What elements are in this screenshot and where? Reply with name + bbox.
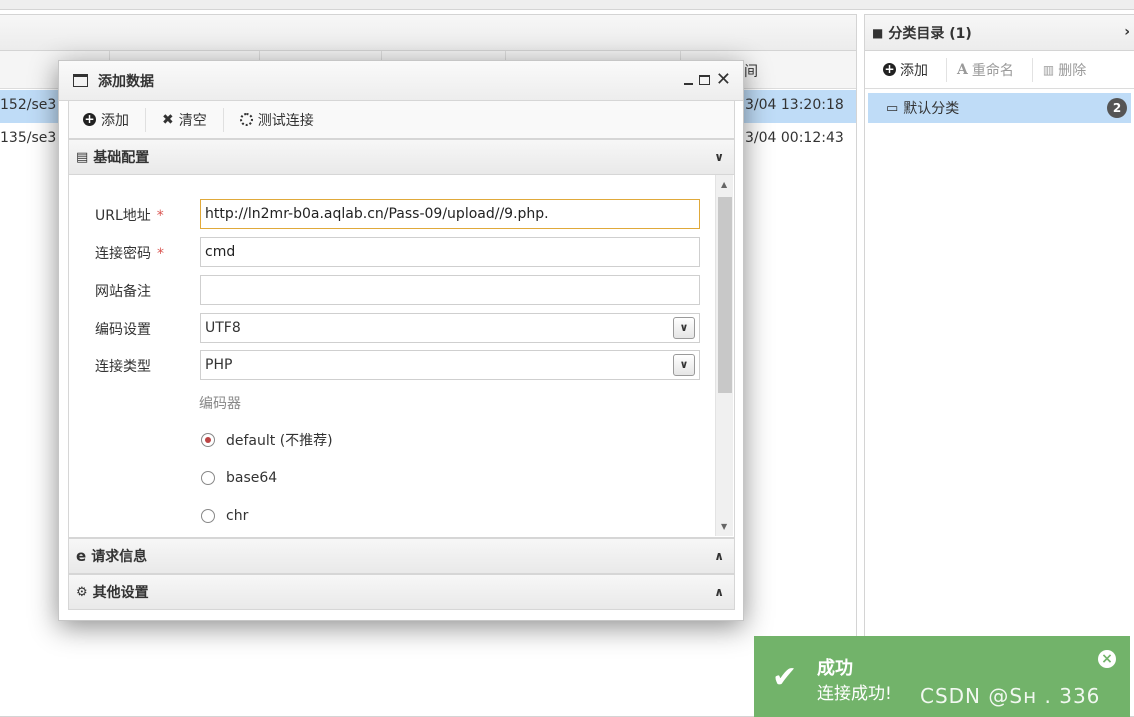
encoding-label: 编码设置 xyxy=(95,322,151,338)
clear-button[interactable]: ✖ 清空 xyxy=(162,107,224,132)
chevron-down-icon: ∨ xyxy=(714,150,724,164)
top-bar xyxy=(0,0,1134,10)
plus-circle-icon: + xyxy=(83,112,96,126)
gears-icon: ⚙ xyxy=(76,584,88,600)
encoder-option-label: chr xyxy=(226,508,249,524)
plus-circle-icon: + xyxy=(883,62,896,76)
test-connection-button[interactable]: 测试连接 xyxy=(239,108,330,132)
encoding-select[interactable]: UTF8 ∨ xyxy=(200,313,700,343)
toast-message: 连接成功! xyxy=(817,684,892,704)
chevron-right-icon[interactable]: › xyxy=(1124,24,1130,40)
row-url: 152/se3 xyxy=(0,97,57,113)
scroll-down-icon[interactable]: ▼ xyxy=(721,522,727,531)
maximize-icon[interactable] xyxy=(698,75,710,85)
category-add-button[interactable]: + 添加 xyxy=(883,57,947,82)
category-rename-button[interactable]: A 重命名 xyxy=(957,57,1033,82)
encoder-option-base64[interactable]: base64 xyxy=(201,467,277,489)
chevron-down-icon[interactable]: ∨ xyxy=(673,354,695,376)
scrollbar-thumb[interactable] xyxy=(718,197,732,393)
dialog-title-bar[interactable]: 添加数据 ✕ xyxy=(59,61,743,101)
encoder-option-label: base64 xyxy=(226,470,278,486)
encoder-option-default[interactable]: default (不推荐) xyxy=(201,429,333,451)
close-icon[interactable]: × xyxy=(1098,650,1116,668)
toast-title: 成功 xyxy=(817,658,853,679)
trash-icon: ▥ xyxy=(1042,62,1055,77)
dialog-title: 添加数据 xyxy=(98,73,154,90)
ie-icon: e xyxy=(76,547,87,565)
scrollbar[interactable]: ▲ ▼ xyxy=(715,175,733,536)
window-icon xyxy=(73,74,88,87)
type-label: 连接类型 xyxy=(95,359,151,375)
add-button-label: 添加 xyxy=(101,112,129,129)
scroll-up-icon[interactable]: ▲ xyxy=(721,180,727,189)
chevron-up-icon: ∧ xyxy=(714,549,724,563)
category-delete-button[interactable]: ▥ 删除 xyxy=(1043,58,1104,82)
dialog-toolbar: + 添加 ✖ 清空 测试连接 xyxy=(68,101,735,139)
category-add-label: 添加 xyxy=(900,62,928,79)
type-value: PHP xyxy=(205,357,233,373)
category-item-default[interactable]: ▭ 默认分类 2 xyxy=(868,93,1131,123)
folder-open-icon: ▭ xyxy=(886,100,899,116)
clear-button-label: 清空 xyxy=(178,112,207,129)
add-data-dialog: 添加数据 ✕ + 添加 ✖ 清空 测试连接 ▤ 基础配置 ∨ URL地址 * h… xyxy=(58,60,744,621)
encoding-row: 编码设置 UTF8 ∨ xyxy=(69,313,709,343)
category-panel-header: ■ 分类目录 (1) › xyxy=(865,15,1134,51)
close-icon[interactable]: ✕ xyxy=(716,71,731,89)
chevron-up-icon: ∧ xyxy=(714,585,724,599)
test-connection-label: 测试连接 xyxy=(257,112,314,129)
type-select[interactable]: PHP ∨ xyxy=(200,350,700,380)
radio-icon[interactable] xyxy=(201,471,215,485)
category-count-badge: 2 xyxy=(1107,98,1127,118)
category-rename-label: 重命名 xyxy=(971,62,1014,79)
note-label: 网站备注 xyxy=(95,284,151,300)
window-controls: ✕ xyxy=(683,71,731,89)
category-item-label: 默认分类 xyxy=(903,101,960,117)
section-other-settings-title: 其他设置 xyxy=(92,585,149,601)
category-panel: ■ 分类目录 (1) › + 添加 A 重命名 ▥ 删除 ▭ 默认分类 2 xyxy=(864,14,1134,717)
password-input[interactable] xyxy=(200,237,700,267)
spinner-icon xyxy=(239,113,253,126)
row-time: 3/04 13:20:18 xyxy=(745,97,844,113)
section-other-settings-header[interactable]: ⚙ 其他设置 ∧ xyxy=(68,574,735,610)
password-label: 连接密码 * xyxy=(95,246,164,262)
category-delete-label: 删除 xyxy=(1058,62,1087,79)
add-button[interactable]: + 添加 xyxy=(83,107,146,132)
category-toolbar: + 添加 A 重命名 ▥ 删除 xyxy=(865,51,1134,89)
url-input[interactable] xyxy=(200,199,700,229)
row-url: 135/se3 xyxy=(0,130,57,146)
section-basic-config-title: 基础配置 xyxy=(93,150,150,166)
section-request-info-header[interactable]: e 请求信息 ∧ xyxy=(68,538,735,574)
required-mark: * xyxy=(157,246,164,262)
encoding-value: UTF8 xyxy=(205,320,241,336)
shell-list-header xyxy=(0,15,856,51)
radio-icon[interactable] xyxy=(201,509,215,523)
dialog-body: + 添加 ✖ 清空 测试连接 ▤ 基础配置 ∨ URL地址* 连接密码* xyxy=(68,101,735,613)
encoder-option-label: default (不推荐) xyxy=(226,433,333,449)
chevron-down-icon[interactable]: ∨ xyxy=(673,317,695,339)
file-text-icon: ▤ xyxy=(76,149,89,165)
basic-config-content: URL地址* 连接密码* 网站备注 编码设置 UTF8 ∨ 连接类型 xyxy=(68,175,735,538)
password-row: 连接密码 * xyxy=(69,237,709,267)
section-request-info-title: 请求信息 xyxy=(91,549,148,565)
close-icon: ✖ xyxy=(162,111,174,128)
note-row: 网站备注 xyxy=(69,275,709,305)
encoder-label: 编码器 xyxy=(199,396,241,412)
url-row: URL地址 * xyxy=(69,199,709,229)
type-row: 连接类型 PHP ∨ xyxy=(69,350,709,380)
minimize-icon[interactable] xyxy=(683,83,693,85)
section-basic-config-header[interactable]: ▤ 基础配置 ∨ xyxy=(68,139,735,175)
category-panel-title: 分类目录 (1) xyxy=(888,25,972,42)
encoder-option-chr[interactable]: chr xyxy=(201,505,248,527)
url-label: URL地址 * xyxy=(95,208,164,224)
radio-icon[interactable] xyxy=(201,433,215,447)
watermark: CSDN @Sн . 336 xyxy=(920,684,1101,708)
check-icon: ✔ xyxy=(772,660,798,695)
note-input[interactable] xyxy=(200,275,700,305)
font-icon: A xyxy=(957,61,968,78)
required-mark: * xyxy=(156,208,164,224)
column-header-time[interactable]: 间 xyxy=(744,61,758,81)
folder-icon: ■ xyxy=(872,25,884,40)
row-time: 3/04 00:12:43 xyxy=(745,130,844,146)
